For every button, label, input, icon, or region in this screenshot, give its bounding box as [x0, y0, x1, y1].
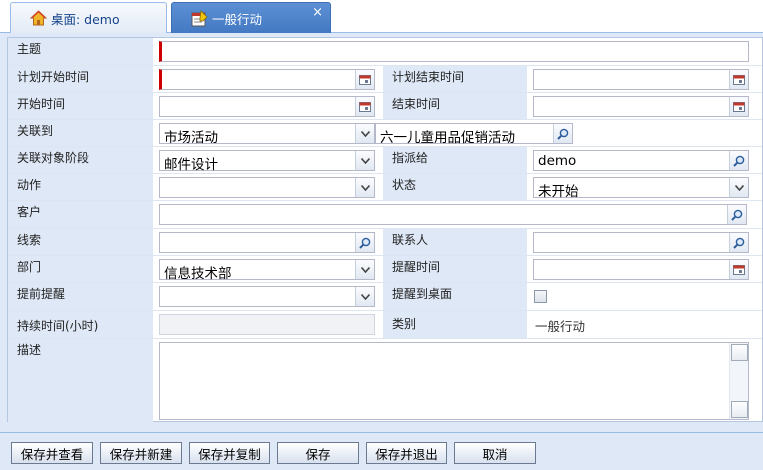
- chevron-down-icon[interactable]: [355, 151, 374, 170]
- plan-start-label: 计划开始时间: [8, 66, 153, 92]
- save-exit-button[interactable]: 保存并退出: [366, 442, 447, 464]
- search-icon[interactable]: [729, 233, 748, 252]
- button-bar: 保存并查看 保存并新建 保存并复制 保存 保存并退出 取消: [0, 432, 763, 470]
- category-label: 类别: [383, 311, 527, 338]
- row-advance: 提前提醒 提醒到桌面: [8, 283, 762, 311]
- calendar-icon[interactable]: [355, 97, 374, 116]
- row-action: 动作 状态 未开始: [8, 174, 762, 201]
- stage-label: 关联对象阶段: [8, 147, 153, 173]
- search-icon[interactable]: [355, 233, 374, 252]
- customer-input[interactable]: [159, 204, 747, 225]
- status-value: 未开始: [538, 184, 579, 200]
- subject-label: 主题: [8, 38, 153, 65]
- end-input[interactable]: [533, 96, 749, 117]
- save-new-button[interactable]: 保存并新建: [100, 442, 182, 464]
- search-icon[interactable]: [727, 205, 746, 224]
- action-form: 主题 计划开始时间 计划结束时间 开始时间 结束时间 关联到 市场活动 六一儿童…: [7, 37, 763, 422]
- chevron-down-icon[interactable]: [355, 287, 374, 306]
- remind-time-label: 提醒时间: [383, 256, 527, 282]
- department-label: 部门: [8, 256, 153, 282]
- lead-label: 线索: [8, 229, 153, 255]
- customer-label: 客户: [8, 201, 153, 228]
- row-customer: 客户: [8, 201, 762, 229]
- subject-input[interactable]: [159, 41, 749, 62]
- start-label: 开始时间: [8, 93, 153, 119]
- start-input[interactable]: [159, 96, 375, 117]
- action-label: 动作: [8, 174, 153, 200]
- row-description: 描述: [8, 339, 762, 422]
- calendar-icon[interactable]: [729, 97, 748, 116]
- chevron-down-icon[interactable]: [355, 124, 374, 143]
- calendar-icon[interactable]: [355, 70, 374, 89]
- contact-input[interactable]: [533, 232, 749, 253]
- row-actual-time: 开始时间 结束时间: [8, 93, 762, 120]
- calendar-icon[interactable]: [729, 70, 748, 89]
- row-department: 部门 信息技术部 提醒时间: [8, 256, 762, 283]
- advance-select[interactable]: [159, 286, 375, 307]
- scroll-up-button[interactable]: [731, 344, 748, 361]
- scroll-down-button[interactable]: [731, 401, 748, 418]
- description-scrollbar[interactable]: [729, 343, 748, 419]
- search-icon[interactable]: [729, 151, 748, 170]
- assign-value: demo: [538, 153, 577, 169]
- calendar-edit-icon: [190, 9, 208, 27]
- plan-start-input[interactable]: [159, 69, 375, 90]
- remind-desktop-checkbox[interactable]: [534, 290, 547, 303]
- category-value: 一般行动: [535, 319, 586, 334]
- row-plan-time: 计划开始时间 计划结束时间: [8, 66, 762, 93]
- advance-label: 提前提醒: [8, 283, 153, 310]
- remind-time-input[interactable]: [533, 259, 749, 280]
- chevron-down-icon[interactable]: [729, 178, 748, 197]
- remind-desktop-label: 提醒到桌面: [383, 283, 527, 310]
- status-select[interactable]: 未开始: [533, 177, 749, 200]
- assign-input[interactable]: demo: [533, 150, 749, 171]
- tab-general-action[interactable]: 一般行动 ×: [171, 2, 331, 33]
- action-select[interactable]: [159, 177, 375, 198]
- save-copy-button[interactable]: 保存并复制: [189, 442, 270, 464]
- row-stage: 关联对象阶段 邮件设计 指派给 demo: [8, 147, 762, 174]
- tab-desktop-label: 桌面: demo: [51, 11, 120, 27]
- plan-end-input[interactable]: [533, 69, 749, 90]
- department-select[interactable]: 信息技术部: [159, 259, 375, 282]
- related-label: 关联到: [8, 120, 153, 146]
- duration-label: 持续时间(小时): [8, 311, 153, 338]
- department-value: 信息技术部: [164, 266, 232, 282]
- stage-select[interactable]: 邮件设计: [159, 150, 375, 173]
- calendar-icon[interactable]: [729, 260, 748, 279]
- contact-label: 联系人: [383, 229, 527, 255]
- row-lead: 线索 联系人: [8, 229, 762, 256]
- tab-desktop[interactable]: 桌面: demo: [10, 2, 167, 33]
- related-object-input[interactable]: 六一儿童用品促销活动: [375, 123, 573, 146]
- cancel-button[interactable]: 取消: [454, 442, 536, 464]
- end-label: 结束时间: [383, 93, 527, 119]
- tab-bar: 桌面: demo 一般行动 ×: [0, 0, 763, 33]
- plan-end-label: 计划结束时间: [383, 66, 527, 92]
- chevron-down-icon[interactable]: [355, 260, 374, 279]
- row-subject: 主题: [8, 38, 762, 66]
- related-object-value: 六一儿童用品促销活动: [380, 130, 515, 146]
- stage-value: 邮件设计: [164, 157, 218, 173]
- save-button[interactable]: 保存: [277, 442, 359, 464]
- lead-input[interactable]: [159, 232, 375, 253]
- row-duration: 持续时间(小时) 类别 一般行动: [8, 311, 762, 339]
- home-icon: [29, 9, 47, 27]
- description-textarea[interactable]: [159, 342, 749, 420]
- description-label: 描述: [8, 339, 153, 422]
- tab-close-icon[interactable]: ×: [312, 6, 323, 19]
- assign-label: 指派给: [383, 147, 527, 173]
- save-view-button[interactable]: 保存并查看: [11, 442, 93, 464]
- search-icon[interactable]: [553, 124, 572, 143]
- tab-general-action-label: 一般行动: [212, 11, 263, 27]
- chevron-down-icon[interactable]: [355, 178, 374, 197]
- row-related: 关联到 市场活动 六一儿童用品促销活动: [8, 120, 762, 147]
- related-type-value: 市场活动: [164, 130, 218, 146]
- duration-field: [159, 314, 375, 335]
- status-label: 状态: [383, 174, 527, 200]
- related-type-select[interactable]: 市场活动: [159, 123, 375, 146]
